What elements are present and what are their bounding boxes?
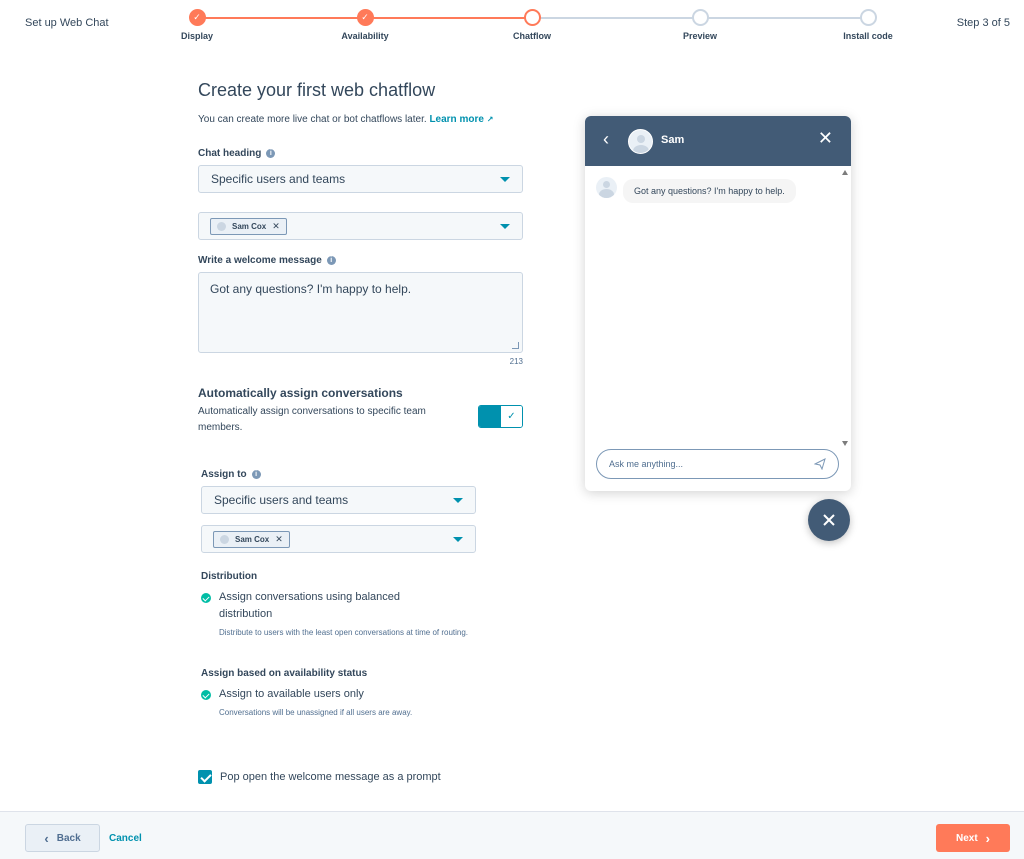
learn-more-link[interactable]: Learn more ↗ [429,114,493,125]
char-count: 213 [509,357,523,366]
distribution-help: Distribute to users with the least open … [219,628,469,637]
step-circle [691,9,709,26]
assign-to-users-select[interactable]: Sam Cox ✕ [201,525,476,553]
next-button[interactable]: Next › [936,824,1010,852]
welcome-message-input[interactable]: Got any questions? I'm happy to help. [198,272,523,353]
send-icon[interactable] [814,458,826,470]
availability-label: Assign based on availability status [201,668,368,679]
info-icon[interactable]: i [266,149,276,158]
distribution-option[interactable]: Assign conversations using balanced dist… [219,589,449,623]
popup-prompt-label[interactable]: Pop open the welcome message as a prompt [220,771,441,783]
step-circle [859,9,877,26]
cancel-link[interactable]: Cancel [109,833,142,844]
step-label: Display [180,31,213,41]
check-icon: ✓ [188,9,206,26]
chevron-left-icon: ‹ [44,830,49,846]
step-preview[interactable]: Preview [650,9,750,41]
distribution-selected-icon[interactable] [201,593,211,603]
external-link-icon: ↗ [486,115,494,124]
chat-heading-label: Chat heading i [198,148,276,159]
close-icon[interactable]: ✕ [818,128,833,149]
step-availability[interactable]: ✓ Availability [315,9,415,41]
availability-selected-icon[interactable] [201,690,211,700]
caret-down-icon [453,498,463,503]
app-title: Set up Web Chat [25,17,109,29]
toggle-track [479,406,501,427]
info-icon[interactable]: i [251,470,261,479]
subtitle-text: You can create more live chat or bot cha… [198,114,427,125]
agent-name: Sam [661,134,685,146]
step-chatflow[interactable]: Chatflow [482,9,582,41]
availability-help: Conversations will be unassigned if all … [219,708,413,717]
check-icon: ✓ [356,9,374,26]
step-label: Chatflow [513,31,551,41]
step-label: Availability [341,31,389,41]
remove-tag-icon[interactable]: ✕ [272,221,280,232]
chat-preview-window: ‹ Sam ✕ Got any questions? I'm happy to … [585,116,851,491]
page-subtitle: You can create more live chat or bot cha… [198,114,493,125]
auto-assign-title: Automatically assign conversations [198,386,403,400]
scroll-down-arrow[interactable] [842,441,848,446]
info-icon[interactable]: i [326,256,336,265]
chevron-right-icon: › [985,830,991,846]
chat-launcher-close-button[interactable] [808,499,850,541]
step-circle [523,9,541,26]
chat-heading-users-select[interactable]: Sam Cox ✕ [198,212,523,240]
popup-prompt-checkbox[interactable] [198,770,212,784]
user-tag[interactable]: Sam Cox ✕ [213,530,290,548]
caret-down-icon [453,537,463,542]
step-label: Preview [682,31,718,41]
remove-tag-icon[interactable]: ✕ [275,534,283,545]
user-icon [217,221,226,231]
scroll-up-arrow[interactable] [842,170,848,175]
step-label: Install code [843,31,893,41]
agent-avatar-small [596,177,617,198]
page-title: Create your first web chatflow [198,80,436,100]
step-count: Step 3 of 5 [956,17,1010,29]
select-value: Specific users and teams [214,493,349,507]
chat-message-input[interactable]: Ask me anything... [596,449,839,479]
resize-handle[interactable] [512,342,519,349]
caret-down-icon [500,177,510,182]
select-value: Specific users and teams [211,172,346,186]
assign-to-label: Assign to i [201,469,261,480]
user-icon [220,534,229,544]
back-button[interactable]: ‹ Back [25,824,100,852]
agent-avatar [628,129,653,154]
auto-assign-description: Automatically assign conversations to sp… [198,406,426,433]
step-install-code[interactable]: Install code [818,9,918,41]
assign-to-select[interactable]: Specific users and teams [201,486,476,514]
step-display[interactable]: ✓ Display [147,9,247,41]
chat-heading-select[interactable]: Specific users and teams [198,165,523,193]
distribution-label: Distribution [201,571,258,582]
check-icon: ✓ [501,406,522,427]
setup-stepper: Set up Web Chat ✓ Display ✓ Availability… [0,0,1024,50]
welcome-message-bubble: Got any questions? I'm happy to help. [623,179,796,203]
welcome-message-label: Write a welcome message i [198,255,336,266]
footer-bar: ‹ Back Cancel Next › [0,811,1024,859]
chat-input-placeholder: Ask me anything... [609,459,684,469]
user-tag[interactable]: Sam Cox ✕ [210,217,287,235]
caret-down-icon [500,224,510,229]
close-icon [823,514,835,526]
chevron-left-icon[interactable]: ‹ [603,129,609,150]
auto-assign-toggle[interactable]: ✓ [478,405,523,428]
availability-option[interactable]: Assign to available users only [219,686,364,703]
chat-header: ‹ Sam ✕ [585,116,851,166]
